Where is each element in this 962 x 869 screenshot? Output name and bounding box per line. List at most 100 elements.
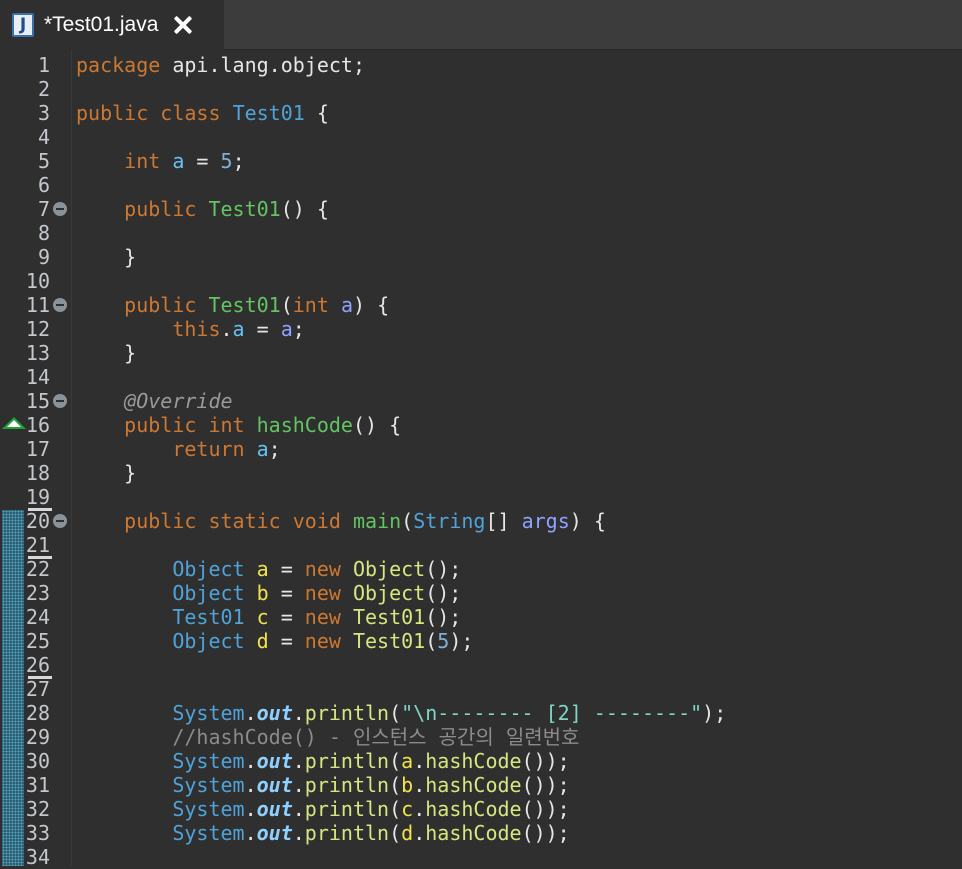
line-number: 20 — [25, 509, 50, 533]
fold-collapse-icon[interactable] — [53, 514, 67, 528]
line-number: 32 — [25, 797, 50, 821]
code-token: ; — [232, 149, 245, 173]
code-token: @Override — [124, 389, 233, 413]
code-line[interactable]: 7 public Test01() { — [0, 197, 962, 221]
code-token: //hashCode() - 인스턴스 공간의 일련번호 — [172, 725, 580, 749]
code-line[interactable]: 23 Object b = new Object(); — [0, 581, 962, 605]
code-line[interactable]: 1 package api.lang.object; — [0, 53, 962, 77]
code-text: this.a = a; — [76, 317, 305, 341]
code-line[interactable]: 21 — [0, 533, 962, 557]
code-token: { — [304, 101, 329, 125]
code-token: Test01 — [352, 605, 426, 629]
code-line[interactable]: 25 Object d = new Test01(5); — [0, 629, 962, 653]
code-token: println — [304, 749, 390, 773]
code-line[interactable]: 6 — [0, 173, 962, 197]
code-line[interactable]: 30 System.out.println(a.hashCode()); — [0, 749, 962, 773]
code-editor[interactable]: 1 package api.lang.object; 2 3 public class … — [0, 50, 962, 869]
code-token: public — [76, 101, 149, 125]
code-line[interactable]: 26 — [0, 653, 962, 677]
code-token: . — [244, 749, 257, 773]
code-token: a — [280, 317, 293, 341]
code-text: } — [76, 245, 136, 269]
code-token: . — [292, 773, 305, 797]
code-line[interactable]: 20 public static void main(String[] args… — [0, 509, 962, 533]
code-token: class — [160, 101, 221, 125]
code-line[interactable]: 22 Object a = new Object(); — [0, 557, 962, 581]
code-line[interactable]: 10 — [0, 269, 962, 293]
code-line[interactable]: 12 this.a = a; — [0, 317, 962, 341]
code-token: ( — [389, 701, 402, 725]
code-line[interactable]: 4 — [0, 125, 962, 149]
code-token: println — [304, 773, 390, 797]
code-token: return — [172, 437, 245, 461]
code-text: System.out.println(b.hashCode()); — [76, 773, 569, 797]
fold-collapse-icon[interactable] — [53, 394, 67, 408]
code-token: c — [256, 605, 269, 629]
code-line[interactable]: 28 System.out.println("\n-------- [2] --… — [0, 701, 962, 725]
line-number: 13 — [25, 341, 50, 365]
code-line[interactable]: 33 System.out.println(d.hashCode()); — [0, 821, 962, 845]
code-line[interactable]: 9 } — [0, 245, 962, 269]
code-line[interactable]: 29 //hashCode() - 인스턴스 공간의 일련번호 — [0, 725, 962, 749]
code-line[interactable]: 5 int a = 5; — [0, 149, 962, 173]
line-number: 11 — [25, 293, 50, 317]
fold-collapse-icon[interactable] — [53, 298, 67, 312]
code-line[interactable]: 24 Test01 c = new Test01(); — [0, 605, 962, 629]
code-token: ( — [389, 749, 402, 773]
code-line[interactable]: 17 return a; — [0, 437, 962, 461]
code-line[interactable]: 34 — [0, 845, 962, 869]
tab-title: *Test01.java — [44, 12, 159, 36]
code-token: a — [401, 749, 414, 773]
code-token: Object — [172, 557, 245, 581]
line-number: 22 — [25, 557, 50, 581]
line-number: 3 — [37, 101, 50, 125]
code-line[interactable]: 31 System.out.println(b.hashCode()); — [0, 773, 962, 797]
code-token: ); — [702, 701, 727, 725]
code-line[interactable]: 15 @Override — [0, 389, 962, 413]
code-line[interactable]: 19 — [0, 485, 962, 509]
code-token: a — [340, 293, 353, 317]
line-number: 10 — [25, 269, 50, 293]
code-line[interactable]: 2 — [0, 77, 962, 101]
code-line[interactable]: 27 — [0, 677, 962, 701]
code-line[interactable]: 13 } — [0, 341, 962, 365]
close-icon[interactable] — [174, 16, 192, 34]
fold-collapse-icon[interactable] — [53, 202, 67, 216]
code-line[interactable]: 11 public Test01(int a) { — [0, 293, 962, 317]
code-token: ; — [292, 317, 305, 341]
code-token: System — [172, 773, 245, 797]
line-number: 14 — [25, 365, 50, 389]
code-text: System.out.println("\n-------- [2] -----… — [76, 701, 726, 725]
code-token: package — [76, 53, 161, 77]
code-line[interactable]: 8 — [0, 221, 962, 245]
code-text: System.out.println(c.hashCode()); — [76, 797, 569, 821]
code-line[interactable]: 32 System.out.println(c.hashCode()); — [0, 797, 962, 821]
code-token: b — [401, 773, 414, 797]
code-token: [] — [485, 509, 522, 533]
code-line[interactable]: 14 — [0, 365, 962, 389]
code-token: = — [244, 317, 281, 341]
code-token: public — [124, 413, 197, 437]
code-line[interactable]: 3 public class Test01 { — [0, 101, 962, 125]
code-line[interactable]: 18 } — [0, 461, 962, 485]
code-token: . — [413, 773, 426, 797]
code-token: Test01 — [208, 293, 281, 317]
code-token: new — [304, 629, 341, 653]
code-token: = — [268, 557, 305, 581]
code-token: hashCode — [425, 773, 522, 797]
code-token: a — [232, 317, 245, 341]
code-token: b — [256, 581, 269, 605]
editor-tab-test01[interactable]: J *Test01.java — [0, 0, 224, 52]
code-line[interactable]: 16 public int hashCode() { — [0, 413, 962, 437]
code-token: . — [244, 773, 257, 797]
